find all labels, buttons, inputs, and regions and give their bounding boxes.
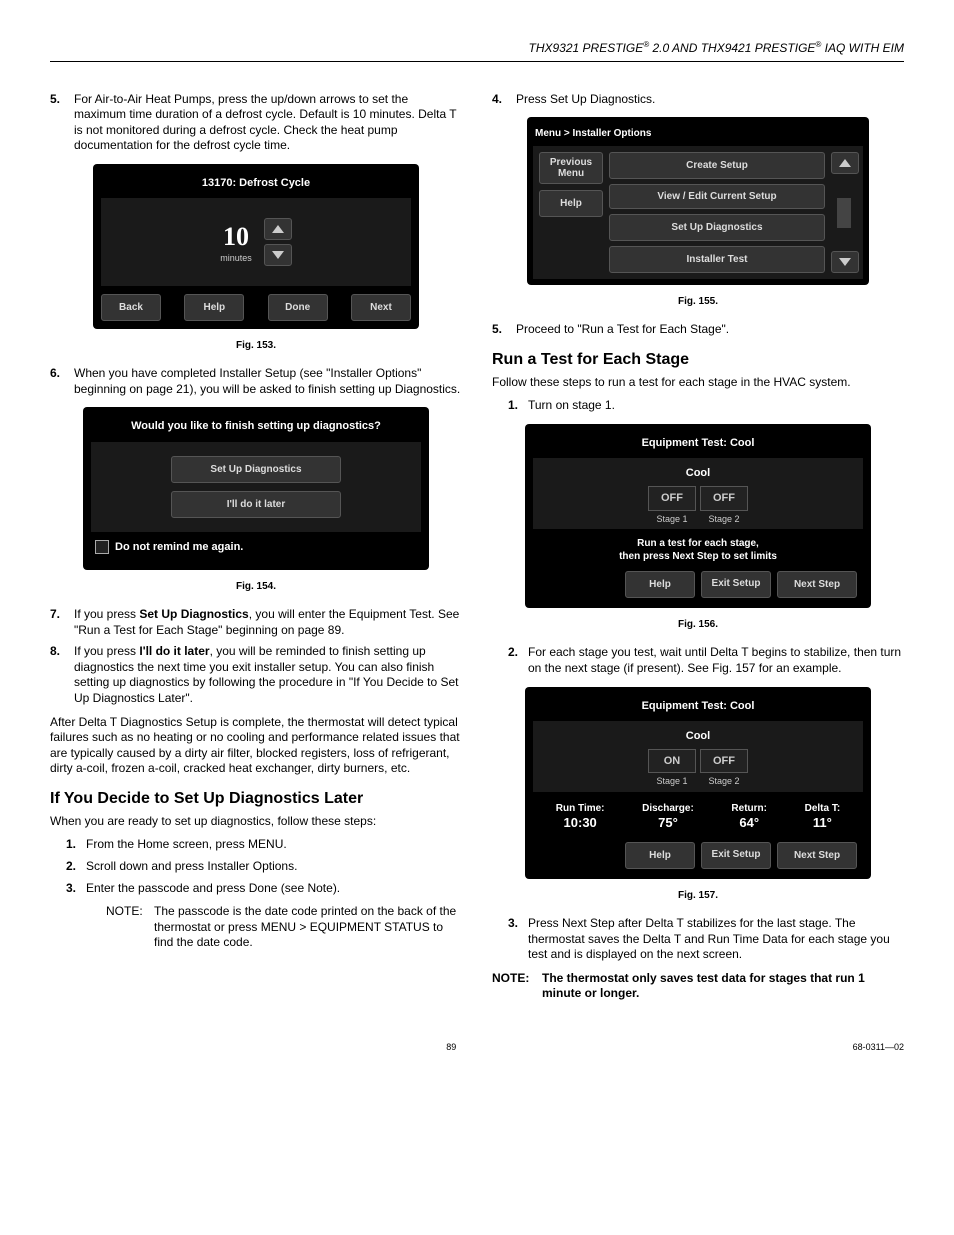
later-intro: When you are ready to set up diagnostics… [50, 814, 462, 830]
list-text: When you have completed Installer Setup … [74, 366, 462, 397]
list-num: 5. [50, 92, 74, 154]
page-footer: 89 68-0311—02 [50, 1042, 904, 1054]
fig157-caption: Fig. 157. [492, 889, 904, 902]
list-text: Press Set Up Diagnostics. [516, 92, 904, 108]
exit-setup-button[interactable]: Exit Setup [701, 571, 771, 598]
section-heading-later: If You Decide to Set Up Diagnostics Late… [50, 789, 462, 810]
page-header: THX9321 PRESTIGE® 2.0 AND THX9421 PRESTI… [50, 40, 904, 62]
runtime-cell: Run Time:10:30 [556, 802, 605, 832]
list-num: 8. [50, 644, 74, 706]
screen-title: Equipment Test: Cool [533, 695, 863, 721]
section-heading-run: Run a Test for Each Stage [492, 350, 904, 371]
page-number: 89 [446, 1042, 456, 1054]
list-num: 5. [492, 322, 516, 338]
back-button[interactable]: Back [101, 294, 161, 321]
defrost-value: 10 [220, 220, 252, 254]
scroll-up-button[interactable] [831, 152, 859, 174]
defrost-unit: minutes [220, 253, 252, 265]
exit-setup-button[interactable]: Exit Setup [701, 842, 771, 869]
screen-title: Equipment Test: Cool [533, 432, 863, 458]
list-text: For each stage you test, wait until Delt… [528, 645, 904, 676]
stage2-box[interactable]: OFFStage 2 [700, 749, 748, 788]
list-text: Enter the passcode and press Done (see N… [86, 881, 462, 897]
list-num: 1. [66, 837, 86, 853]
note-label: NOTE: [492, 971, 542, 1002]
list-num: 3. [66, 881, 86, 897]
return-cell: Return:64° [731, 802, 767, 832]
fig154-caption: Fig. 154. [50, 580, 462, 593]
fig153-screen: 13170: Defrost Cycle 10 minutes Back Hel… [93, 164, 419, 329]
note-text: The thermostat only saves test data for … [542, 971, 904, 1002]
remind-checkbox-row[interactable]: Do not remind me again. [91, 532, 421, 562]
fig155-screen: Menu > Installer Options Previous Menu H… [527, 117, 869, 285]
screen-title: 13170: Defrost Cycle [101, 172, 411, 198]
screen-title: Would you like to finish setting up diag… [91, 415, 421, 441]
after-paragraph: After Delta T Diagnostics Setup is compl… [50, 715, 462, 777]
cool-label: Cool [533, 729, 863, 743]
list-text: Proceed to "Run a Test for Each Stage". [516, 322, 904, 338]
right-column: 4. Press Set Up Diagnostics. Menu > Inst… [492, 92, 904, 1002]
arrow-up-button[interactable] [264, 218, 292, 240]
setup-diagnostics-button[interactable]: Set Up Diagnostics [171, 456, 341, 483]
list-text: For Air-to-Air Heat Pumps, press the up/… [74, 92, 462, 154]
do-later-button[interactable]: I'll do it later [171, 491, 341, 518]
fig156-screen: Equipment Test: Cool Cool OFFStage 1 OFF… [525, 424, 871, 609]
checkbox-label: Do not remind me again. [115, 541, 243, 553]
help-button[interactable]: Help [184, 294, 244, 321]
list-num: 2. [508, 645, 528, 676]
fig153-caption: Fig. 153. [50, 339, 462, 352]
stage1-box[interactable]: OFFStage 1 [648, 486, 696, 525]
fig154-screen: Would you like to finish setting up diag… [83, 407, 429, 570]
arrow-down-button[interactable] [264, 244, 292, 266]
stage1-box[interactable]: ONStage 1 [648, 749, 696, 788]
setup-diagnostics-button[interactable]: Set Up Diagnostics [609, 214, 825, 241]
checkbox-icon[interactable] [95, 540, 109, 554]
left-column: 5. For Air-to-Air Heat Pumps, press the … [50, 92, 462, 1002]
help-button[interactable]: Help [539, 190, 603, 217]
list-text: Press Next Step after Delta T stabilizes… [528, 916, 904, 963]
help-button[interactable]: Help [625, 571, 695, 598]
list-num: 6. [50, 366, 74, 397]
discharge-cell: Discharge:75° [642, 802, 694, 832]
triangle-up-icon [839, 159, 851, 167]
next-button[interactable]: Next [351, 294, 411, 321]
cool-label: Cool [533, 466, 863, 480]
msg-line2: then press Next Step to set limits [533, 550, 863, 563]
list-text: Scroll down and press Installer Options. [86, 859, 462, 875]
list-num: 2. [66, 859, 86, 875]
fig156-caption: Fig. 156. [492, 618, 904, 631]
installer-test-button[interactable]: Installer Test [609, 246, 825, 273]
msg-line1: Run a test for each stage, [533, 537, 863, 550]
note-text: The passcode is the date code printed on… [154, 904, 462, 951]
triangle-down-icon [272, 251, 284, 259]
help-button[interactable]: Help [625, 842, 695, 869]
deltat-cell: Delta T:11° [805, 802, 841, 832]
fig155-caption: Fig. 155. [492, 295, 904, 308]
list-num: 7. [50, 607, 74, 638]
note-label: NOTE: [106, 904, 154, 951]
list-text: From the Home screen, press MENU. [86, 837, 462, 853]
list-num: 1. [508, 398, 528, 414]
doc-number: 68-0311—02 [853, 1042, 904, 1054]
fig157-screen: Equipment Test: Cool Cool ONStage 1 OFFS… [525, 687, 871, 879]
triangle-down-icon [839, 258, 851, 266]
scroll-down-button[interactable] [831, 251, 859, 273]
list-num: 4. [492, 92, 516, 108]
list-num: 3. [508, 916, 528, 963]
triangle-up-icon [272, 225, 284, 233]
list-text: Turn on stage 1. [528, 398, 904, 414]
run-intro: Follow these steps to run a test for eac… [492, 375, 904, 391]
view-edit-button[interactable]: View / Edit Current Setup [609, 184, 825, 209]
list-text: If you press Set Up Diagnostics, you wil… [74, 607, 462, 638]
next-step-button[interactable]: Next Step [777, 842, 857, 869]
list-text: If you press I'll do it later, you will … [74, 644, 462, 706]
stage2-box[interactable]: OFFStage 2 [700, 486, 748, 525]
done-button[interactable]: Done [268, 294, 328, 321]
create-setup-button[interactable]: Create Setup [609, 152, 825, 179]
previous-menu-button[interactable]: Previous Menu [539, 152, 603, 184]
breadcrumb: Menu > Installer Options [533, 123, 863, 146]
next-step-button[interactable]: Next Step [777, 571, 857, 598]
scrollbar-track[interactable] [837, 198, 851, 228]
